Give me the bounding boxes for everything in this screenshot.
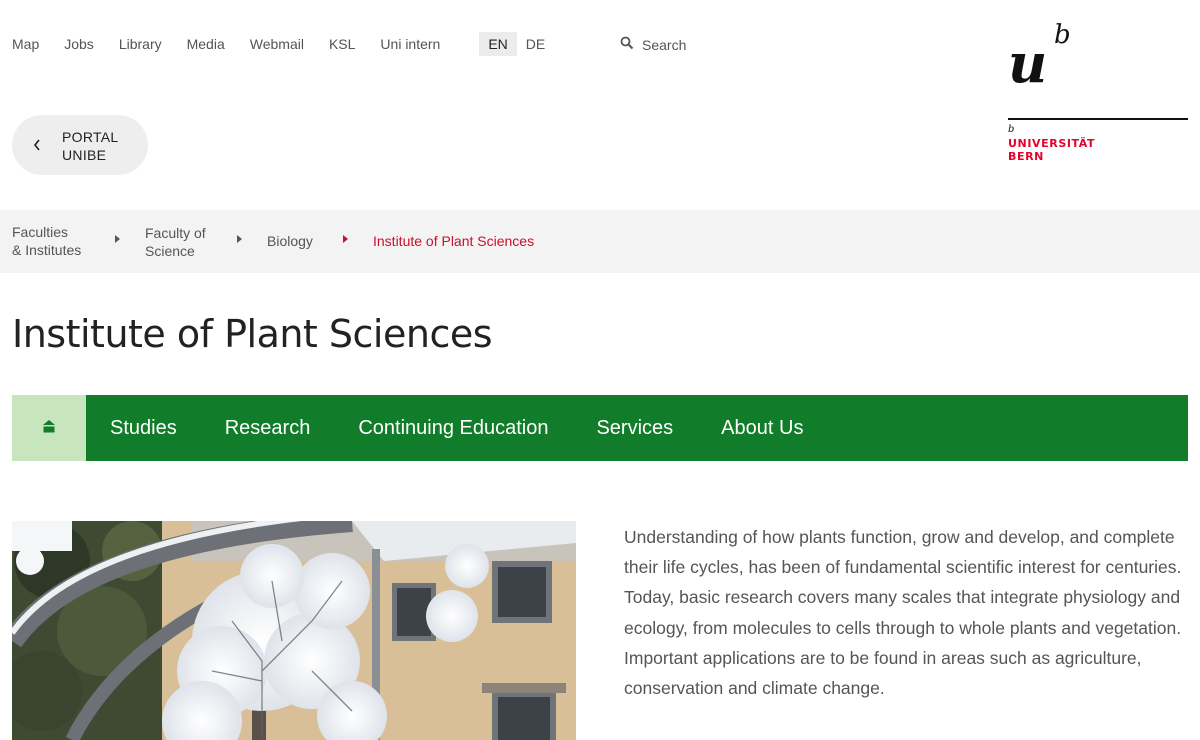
nav-item-continuing-education[interactable]: Continuing Education — [358, 417, 548, 440]
breadcrumb-item-line: Faculty of — [145, 225, 206, 241]
logo-wordmark-line1: UNIVERSITÄT — [1008, 137, 1096, 150]
logo-mark-sup: b — [1054, 20, 1071, 50]
utility-nav: Map Jobs Library Media Webmail KSL Uni i… — [12, 32, 554, 56]
hero-image — [12, 521, 576, 740]
nav-item-services[interactable]: Services — [596, 417, 673, 440]
breadcrumb-item-line: Science — [145, 243, 195, 259]
utility-link-library[interactable]: Library — [119, 36, 162, 52]
intro-paragraph: Understanding of how plants function, gr… — [624, 527, 1182, 699]
utility-link-uni-intern[interactable]: Uni intern — [380, 36, 440, 52]
breadcrumb-separator-icon — [237, 235, 242, 243]
logo-wordmark-line2: BERN — [1008, 150, 1044, 163]
breadcrumb-item-faculty-of-science[interactable]: Faculty of Science — [145, 224, 206, 260]
search-label: Search — [642, 36, 687, 53]
breadcrumb: Faculties & Institutes Faculty of Scienc… — [0, 210, 1200, 273]
utility-link-ksl[interactable]: KSL — [329, 36, 355, 52]
utility-link-jobs[interactable]: Jobs — [64, 36, 94, 52]
utility-link-map[interactable]: Map — [12, 36, 39, 52]
portal-label-line2: UNIBE — [62, 147, 107, 163]
breadcrumb-item-line: & Institutes — [12, 242, 82, 258]
main-nav: Studies Research Continuing Education Se… — [12, 395, 1188, 461]
breadcrumb-item-biology[interactable]: Biology — [267, 232, 313, 250]
home-icon — [43, 419, 55, 438]
language-de-button[interactable]: DE — [517, 32, 554, 56]
nav-item-research[interactable]: Research — [225, 417, 311, 440]
page-title: Institute of Plant Sciences — [12, 312, 493, 356]
language-en-button[interactable]: EN — [479, 32, 517, 56]
portal-unibe-button[interactable]: PORTAL UNIBE — [12, 115, 148, 175]
chevron-left-icon — [32, 137, 42, 158]
utility-link-webmail[interactable]: Webmail — [250, 36, 304, 52]
portal-label: PORTAL UNIBE — [62, 128, 119, 164]
nav-item-about-us[interactable]: About Us — [721, 417, 803, 440]
breadcrumb-separator-icon — [115, 235, 120, 243]
breadcrumb-item-faculties[interactable]: Faculties & Institutes — [12, 223, 81, 259]
logo-small-b: b — [1008, 124, 1015, 135]
utility-link-media[interactable]: Media — [187, 36, 225, 52]
breadcrumb-item-current: Institute of Plant Sciences — [373, 233, 535, 249]
search-icon — [620, 36, 642, 53]
breadcrumb-item-line: Faculties — [12, 224, 69, 240]
language-switcher: EN DE — [479, 32, 554, 56]
home-button[interactable] — [12, 395, 86, 461]
search-button[interactable]: Search — [620, 36, 686, 53]
logo-wordmark: UNIVERSITÄT BERN — [1008, 137, 1095, 163]
nav-item-studies[interactable]: Studies — [110, 417, 177, 440]
logo-rule — [1008, 118, 1188, 120]
portal-label-line1: PORTAL — [62, 129, 119, 145]
breadcrumb-separator-icon — [343, 235, 348, 243]
logo-mark: u — [1008, 31, 1048, 95]
university-logo[interactable]: u b b UNIVERSITÄT BERN — [1008, 22, 1188, 167]
